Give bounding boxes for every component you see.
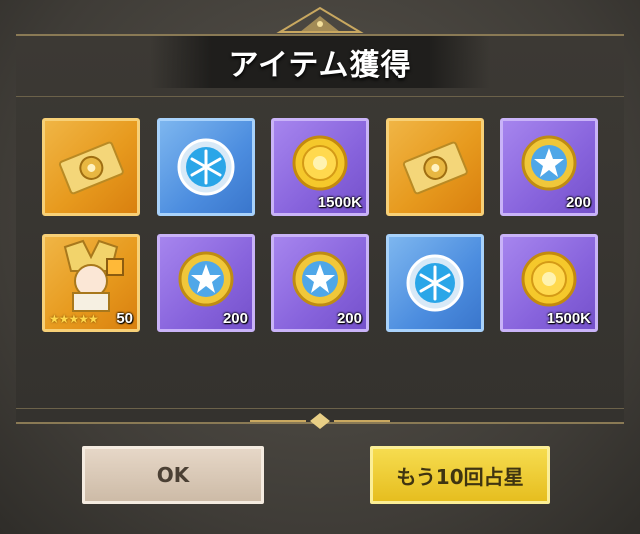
draw-again-button[interactable]: もう10回占星: [370, 446, 550, 504]
item-quantity: 200: [222, 310, 248, 327]
hero-stars: ★★★★★: [49, 312, 99, 326]
panel-divider-top: [16, 96, 624, 97]
snowflake-orb-icon: [406, 254, 464, 312]
ornament-top-icon: [276, 6, 364, 33]
reward-item-star-medal[interactable]: 200: [157, 234, 255, 332]
item-quantity: 1500K: [546, 310, 591, 327]
reward-item-ticket[interactable]: [386, 118, 484, 216]
reward-item-coin[interactable]: 1500K: [500, 234, 598, 332]
reward-item-ticket[interactable]: [42, 118, 140, 216]
reward-item-hero[interactable]: ★★★★★ 50: [42, 234, 140, 332]
reward-item-snow-orb[interactable]: [386, 234, 484, 332]
item-quantity: 50: [116, 310, 133, 327]
item-quantity: 1500K: [317, 194, 362, 211]
ok-button[interactable]: OK: [82, 446, 264, 504]
snowflake-orb-icon: [177, 138, 235, 196]
ornament-bottom-icon: [250, 413, 390, 429]
reward-grid: 1500K 200 ★★★★★ 50 200 200 1500K: [42, 118, 598, 334]
reward-item-star-medal[interactable]: 200: [500, 118, 598, 216]
reward-item-snow-orb[interactable]: [157, 118, 255, 216]
item-quantity: 200: [565, 194, 591, 211]
dialog-title: アイテム獲得: [228, 48, 412, 83]
ticket-icon: [402, 141, 468, 195]
reward-item-star-medal[interactable]: 200: [271, 234, 369, 332]
ticket-icon: [58, 141, 124, 195]
item-quantity: 200: [336, 310, 362, 327]
title-banner: アイテム獲得: [150, 36, 490, 88]
panel-divider-bottom: [16, 408, 624, 409]
reward-item-coin[interactable]: 1500K: [271, 118, 369, 216]
